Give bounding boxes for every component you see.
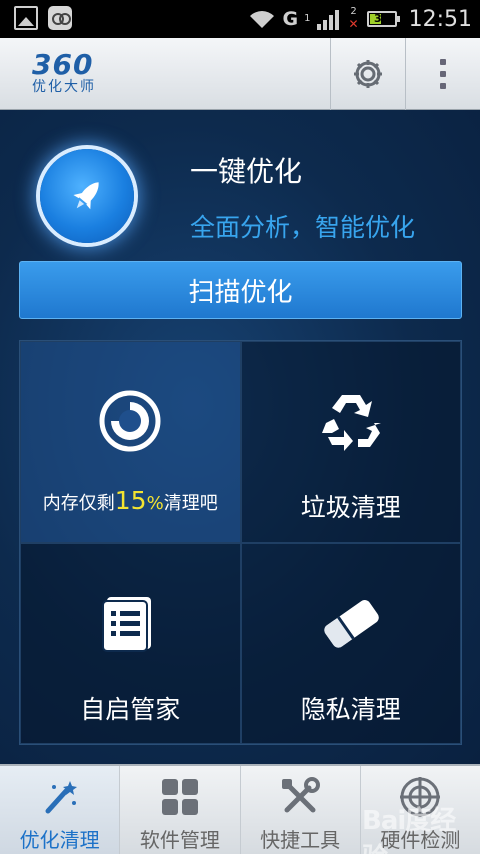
magic-wand-icon — [45, 781, 77, 814]
battery-level: 32 — [373, 12, 390, 25]
rocket-icon — [73, 182, 99, 210]
settings-button[interactable] — [330, 38, 405, 110]
network-type: G — [282, 8, 299, 30]
tab-software-manage[interactable]: 软件管理 — [119, 766, 239, 854]
more-menu-button[interactable] — [405, 38, 480, 110]
app-logo: 360 优化大师 — [32, 48, 96, 96]
tab-label: 快捷工具 — [260, 828, 341, 852]
app-notification-icon — [48, 6, 72, 30]
tools-icon — [282, 777, 321, 813]
watermark: Bai度经验 — [362, 806, 456, 854]
apps-grid-icon — [161, 779, 198, 815]
privacy-clean-label: 隐私清理 — [300, 694, 401, 724]
logo-text: 优化大师 — [32, 79, 96, 95]
scan-optimize-button[interactable]: 扫描优化 — [19, 261, 462, 319]
eraser-icon — [324, 599, 379, 648]
memory-percent-sign: % — [146, 493, 164, 514]
app-header: 360 优化大师 — [0, 38, 480, 110]
tab-label: 优化清理 — [19, 828, 100, 852]
no-signal-icon: ✕ — [348, 17, 359, 31]
memory-suffix: 清理吧 — [163, 493, 218, 514]
signal-1-icon — [316, 8, 339, 30]
tab-optimize-clean[interactable]: 优化清理 — [0, 766, 120, 854]
gear-icon — [354, 60, 382, 88]
tab-quick-tools[interactable]: 快捷工具 — [239, 766, 360, 854]
memory-tile[interactable]: 内存仅剩15%清理吧 — [20, 341, 241, 543]
hero-subtitle: 全面分析，智能优化 — [190, 213, 416, 242]
one-click-optimize-button[interactable] — [40, 149, 134, 243]
main-panel: 一键优化 全面分析，智能优化 扫描优化 内存仅剩15%清理吧 垃圾清理 自启管家… — [0, 110, 480, 764]
sim1-label: 1 — [304, 13, 311, 24]
battery-icon: 32 — [366, 11, 400, 27]
memory-prefix: 内存仅剩 — [42, 493, 115, 514]
wifi-icon — [249, 11, 274, 28]
memory-gauge-icon — [99, 390, 161, 452]
gallery-notification-icon — [14, 6, 38, 30]
junk-clean-label: 垃圾清理 — [300, 493, 401, 522]
status-bar: G 1 2 ✕ 32 12:51 — [0, 0, 480, 38]
sim2-label: 2 — [350, 6, 357, 17]
hero-title: 一键优化 — [190, 155, 303, 188]
junk-clean-tile[interactable]: 垃圾清理 — [240, 341, 461, 543]
more-vertical-icon — [440, 59, 446, 89]
logo-number: 360 — [32, 48, 94, 81]
privacy-clean-tile[interactable]: 隐私清理 — [240, 542, 461, 744]
recycle-icon — [321, 395, 381, 451]
memory-status: 内存仅剩15%清理吧 — [43, 486, 218, 515]
autostart-manager-label: 自启管家 — [80, 694, 181, 724]
autostart-manager-tile[interactable]: 自启管家 — [20, 542, 241, 744]
list-document-icon — [102, 596, 152, 652]
memory-percent: 15 — [114, 486, 147, 515]
feature-grid: 内存仅剩15%清理吧 垃圾清理 自启管家 隐私清理 — [19, 340, 462, 745]
clock: 12:51 — [408, 6, 472, 32]
tab-label: 软件管理 — [139, 828, 220, 852]
